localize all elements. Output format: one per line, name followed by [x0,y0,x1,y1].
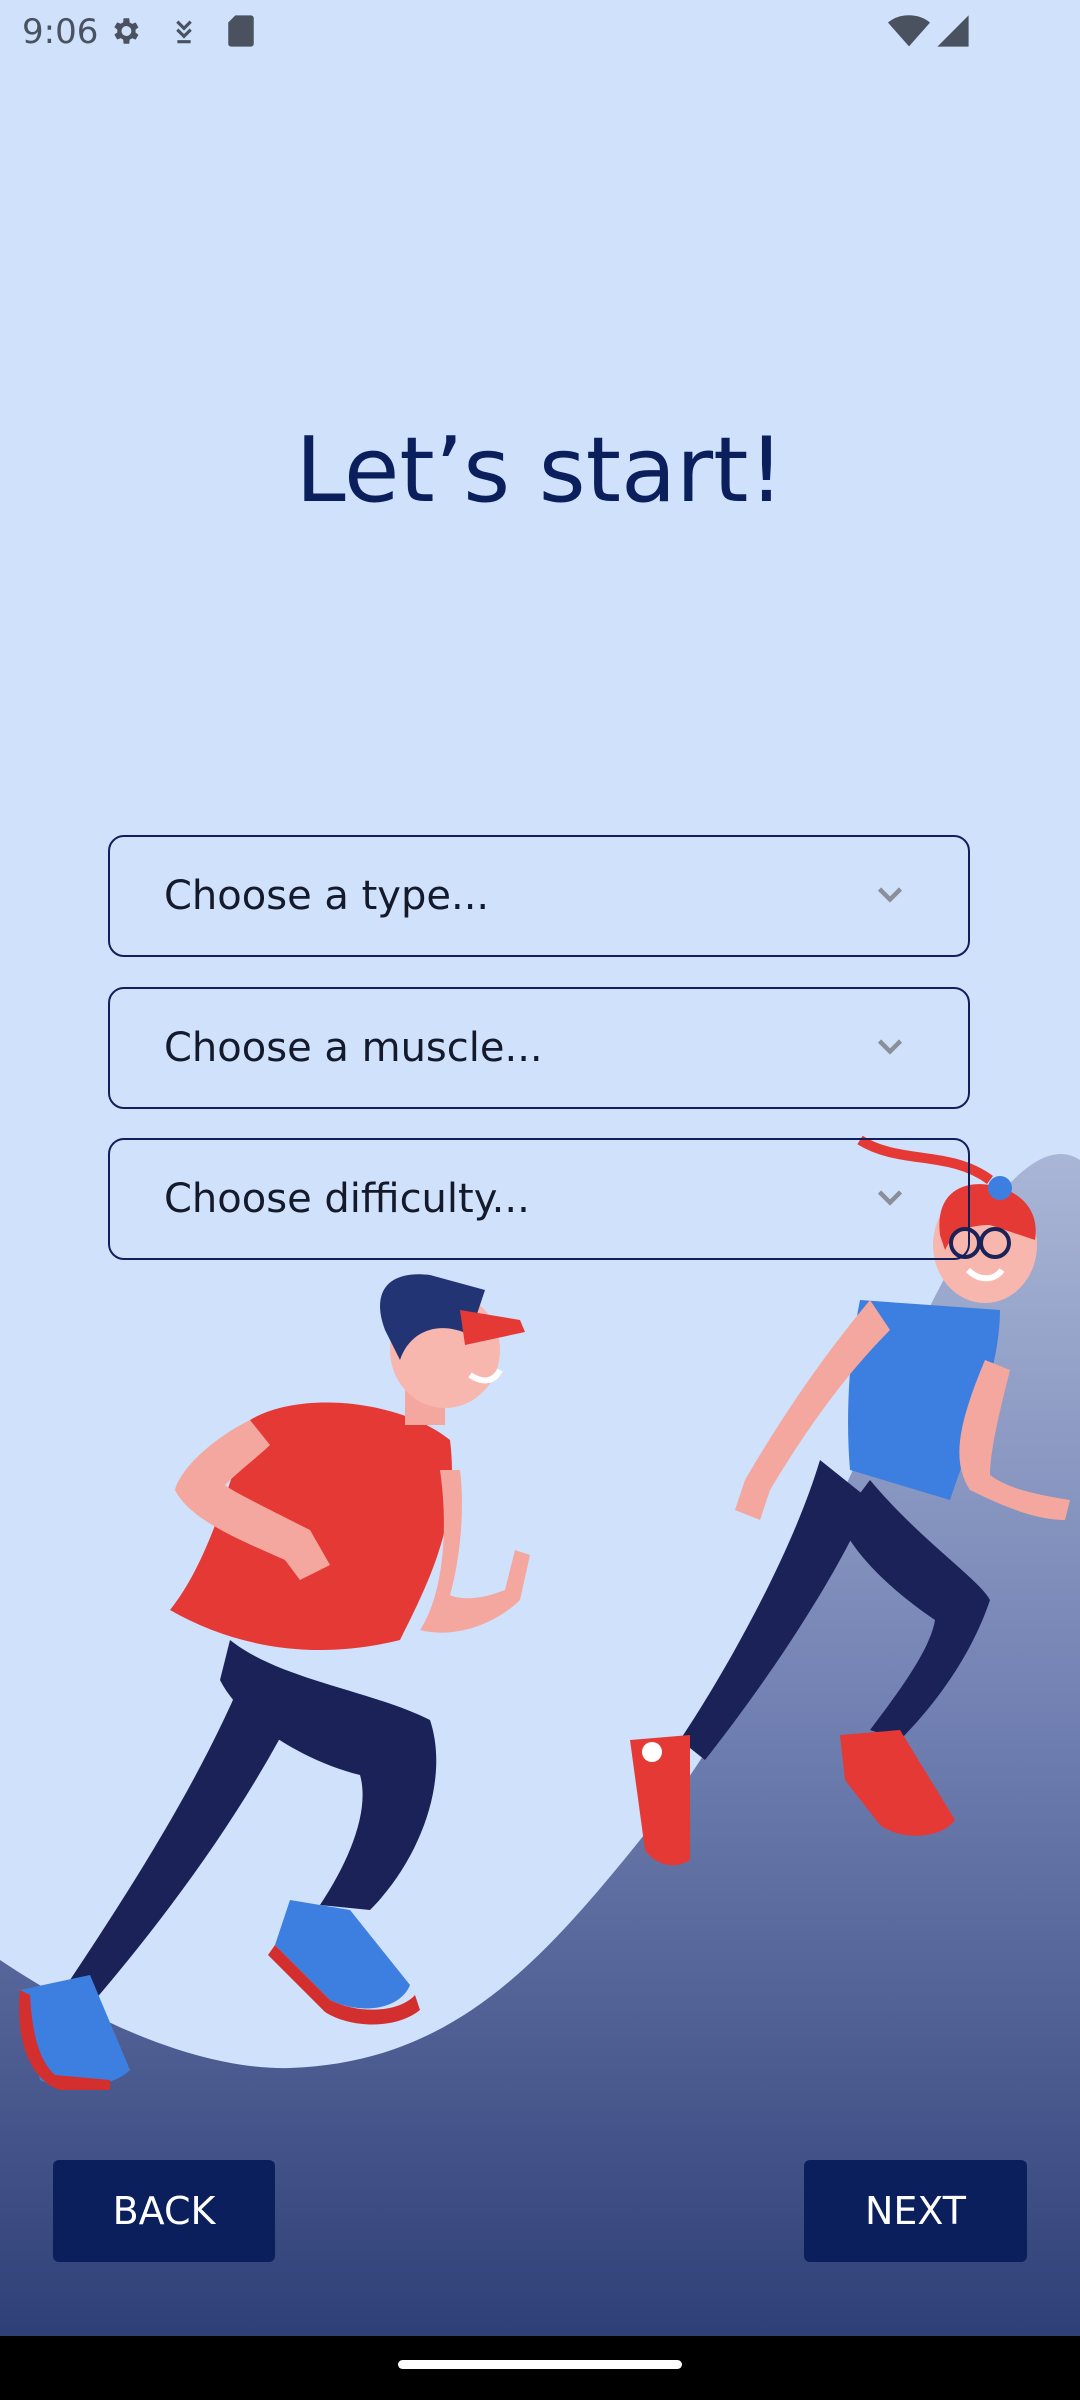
status-bar: 9:06 [0,0,1080,62]
next-button[interactable]: NEXT [804,2160,1027,2262]
sd-card-icon [228,15,254,47]
chevron-down-icon [877,887,903,903]
type-dropdown[interactable]: Choose a type... [108,835,970,957]
home-indicator[interactable] [398,2360,682,2369]
page-title: Let’s start! [295,418,785,523]
gear-icon [114,18,139,44]
runner-man [19,1274,530,2090]
type-dropdown-placeholder: Choose a type... [164,873,490,919]
difficulty-dropdown-placeholder: Choose difficulty... [164,1176,530,1222]
muscle-dropdown-placeholder: Choose a muscle... [164,1025,543,1071]
status-time: 9:06 [22,12,99,52]
back-button[interactable]: BACK [53,2160,275,2262]
chevron-down-icon [877,1190,903,1206]
wifi-icon [888,15,930,47]
chevron-down-icon [877,1039,903,1055]
muscle-dropdown[interactable]: Choose a muscle... [108,987,970,1109]
difficulty-dropdown[interactable]: Choose difficulty... [108,1138,970,1260]
signal-icon [937,15,969,47]
download-icon [176,20,192,44]
